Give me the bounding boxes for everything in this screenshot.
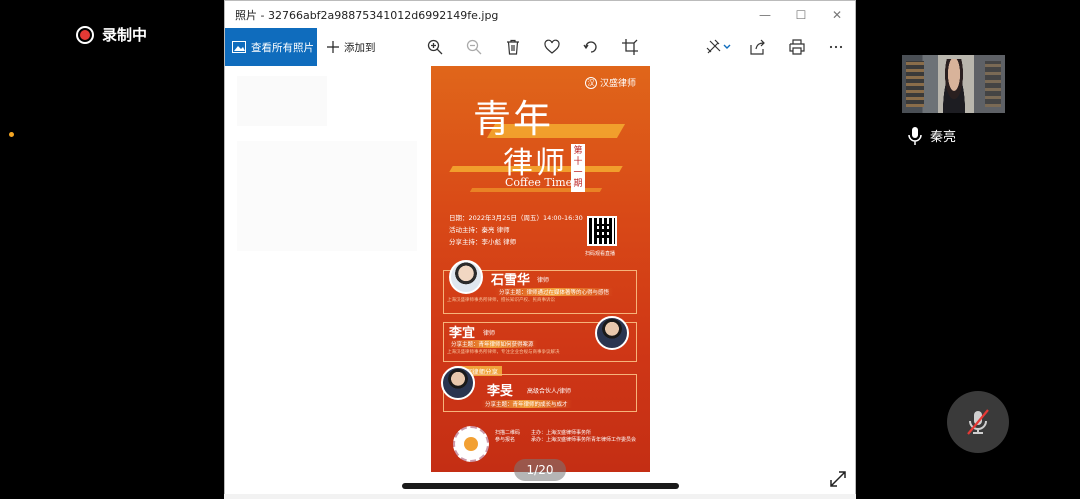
- bookshelf: [906, 61, 924, 107]
- speaker-topic: 分享主题：青年律师的成长与成才: [481, 400, 572, 408]
- speaker-topic: 分享主题：律师通过在媒体著等的心得与感悟: [495, 288, 614, 296]
- zoom-out-icon[interactable]: [455, 32, 494, 62]
- poster-image: 汉 汉盛律师 青年 律师 第十一期 Coffee Time 日期：2022年3月…: [431, 66, 650, 472]
- poster-subtitle: Coffee Time: [505, 176, 573, 189]
- status-dot: [9, 132, 14, 137]
- maximize-button[interactable]: ☐: [783, 8, 819, 22]
- speaker-bio: 上海汉盛律师事务所律师，擅长知识产权、民商事诉讼: [447, 298, 555, 303]
- window-title: 照片 - 32766abf2a98875341012d6992149fe.jpg: [235, 8, 499, 22]
- speaker-title: 律师: [537, 277, 550, 284]
- event-host: 活动主持：秦亮 律师: [449, 226, 510, 234]
- issue-label: 第十一期: [571, 144, 585, 192]
- participant-video[interactable]: [902, 55, 1005, 113]
- event-moderator: 分享主持：李小彪 律师: [449, 238, 517, 246]
- signup-label: 扫描二维码 参与报名: [495, 430, 521, 443]
- title-bar: 照片 - 32766abf2a98875341012d6992149fe.jpg…: [225, 1, 855, 28]
- crop-icon[interactable]: [611, 32, 650, 62]
- background-panel: [237, 141, 417, 251]
- more-icon[interactable]: [816, 32, 855, 62]
- minimize-button[interactable]: —: [747, 8, 783, 22]
- record-icon: [76, 25, 94, 44]
- mute-button[interactable]: [947, 391, 1009, 453]
- share-icon[interactable]: [738, 32, 777, 62]
- participant-figure: [940, 59, 968, 113]
- participant-info: 秦亮: [908, 126, 956, 145]
- qr-label: 扫码观看直播: [585, 251, 616, 257]
- poster-title-1: 青年: [473, 97, 554, 141]
- add-to-label: 添加到: [344, 41, 376, 54]
- speaker-avatar: [595, 316, 629, 350]
- co-organizer: 承办：上海汉盛律师事务所青年律师工作委员会: [531, 437, 637, 443]
- home-indicator[interactable]: [402, 483, 679, 489]
- close-button[interactable]: ✕: [819, 8, 855, 22]
- photo-icon: [232, 41, 246, 53]
- logo-text: 汉盛律师: [599, 79, 636, 89]
- organizer-info: 主办：上海汉盛律师事务所 承办：上海汉盛律师事务所青年律师工作委员会: [531, 430, 641, 444]
- participant-name: 秦亮: [930, 130, 957, 145]
- background-panel: [237, 76, 327, 126]
- microphone-muted-icon: [967, 409, 989, 435]
- toolbar: 查看所有照片 添加到: [225, 28, 855, 66]
- delete-icon[interactable]: [494, 32, 533, 62]
- event-date: 日期：2022年3月25日（周五）14:00-16:30: [449, 214, 583, 222]
- speaker-avatar: [441, 366, 475, 400]
- speaker-name: 李旻: [487, 384, 514, 399]
- speaker-name: 李宜: [449, 326, 476, 341]
- logo-badge: 汉: [584, 76, 597, 89]
- organizer: 主办：上海汉盛律师事务所: [531, 430, 592, 436]
- recording-label: 录制中: [102, 26, 148, 44]
- signup-qr-icon: [453, 426, 489, 462]
- event-info: 日期：2022年3月25日（周五）14:00-16:30 活动主持：秦亮 律师 …: [449, 212, 583, 248]
- recording-indicator: 录制中: [76, 24, 147, 45]
- page-indicator: 1/20: [514, 459, 566, 481]
- poster-logo: 汉 汉盛律师: [584, 76, 636, 89]
- zoom-in-icon[interactable]: [416, 32, 455, 62]
- speaker-title: 律师: [483, 330, 496, 337]
- rotate-icon[interactable]: [572, 32, 611, 62]
- view-all-label: 查看所有照片: [251, 41, 314, 54]
- add-to-button[interactable]: 添加到: [327, 40, 376, 55]
- photos-window: 照片 - 32766abf2a98875341012d6992149fe.jpg…: [224, 0, 856, 497]
- favorite-icon[interactable]: [533, 32, 572, 62]
- edit-icon[interactable]: [699, 32, 738, 62]
- window-bottom-edge: [224, 494, 856, 499]
- microphone-icon: [908, 126, 922, 145]
- image-viewer[interactable]: 汉 汉盛律师 青年 律师 第十一期 Coffee Time 日期：2022年3月…: [225, 66, 855, 496]
- speaker-topic: 分享主题：青年律师如何获得案源: [447, 340, 538, 348]
- view-all-photos-button[interactable]: 查看所有照片: [225, 28, 317, 66]
- speaker-name: 石雪华: [491, 273, 531, 288]
- plus-icon: [327, 41, 339, 53]
- speaker-title: 高级合伙人/律师: [527, 388, 572, 395]
- speaker-bio: 上海汉盛律师事务所律师，专注企业合规与商事争议解决: [447, 350, 560, 355]
- speaker-avatar: [449, 260, 483, 294]
- screen: 录制中 照片 - 32766abf2a98875341012d6992149fe…: [0, 0, 1080, 499]
- print-icon[interactable]: [777, 32, 816, 62]
- bookshelf: [985, 61, 1001, 107]
- qr-code-icon: [587, 216, 617, 246]
- expand-icon[interactable]: [829, 470, 847, 488]
